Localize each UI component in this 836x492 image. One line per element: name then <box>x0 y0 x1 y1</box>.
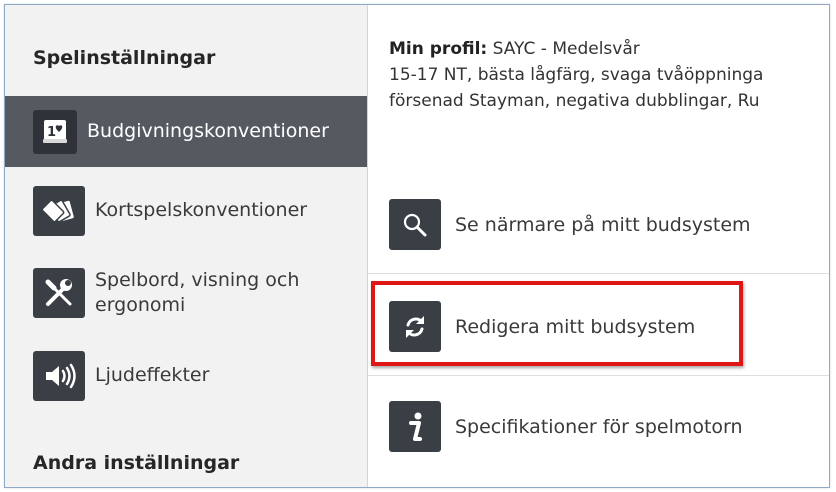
sidebar-item-bidding-conventions[interactable]: 1 Budgivningskonventioner <box>5 96 367 167</box>
sidebar-item-label: Kortspelskonventioner <box>95 199 308 221</box>
section-title-game-settings: Spelinställningar <box>33 47 216 69</box>
divider <box>368 273 829 274</box>
profile-description-line2: försenad Stayman, negativa dubblingar, R… <box>389 91 760 111</box>
tools-icon <box>33 268 85 318</box>
sidebar: Spelinställningar 1 Budgivningskonventio… <box>5 5 367 487</box>
bidding-card-icon: 1 <box>33 109 77 154</box>
sidebar-item-table-display[interactable]: Spelbord, visning och ergonomi <box>5 263 367 323</box>
action-label: Se närmare på mitt budsystem <box>455 213 751 236</box>
info-icon <box>389 401 441 452</box>
search-icon <box>389 199 441 250</box>
main-content: Min profil: SAYC - Medelsvår 15-17 NT, b… <box>368 5 829 487</box>
cards-fan-icon <box>33 185 85 236</box>
sidebar-item-card-conventions[interactable]: Kortspelskonventioner <box>5 183 367 238</box>
sidebar-item-sound-effects[interactable]: Ljudeffekter <box>5 348 367 403</box>
action-label: Specifikationer för spelmotorn <box>455 415 743 438</box>
engine-specifications-button[interactable]: Specifikationer för spelmotorn <box>389 401 743 452</box>
section-title-other-settings: Andra inställningar <box>33 452 240 474</box>
divider <box>368 375 829 376</box>
sidebar-item-label-line1: Spelbord, visning och <box>95 269 300 291</box>
sidebar-item-label: Ljudeffekter <box>95 364 210 386</box>
edit-bidding-system-button[interactable]: Redigera mitt budsystem <box>389 301 695 352</box>
profile-summary: Min profil: SAYC - Medelsvår 15-17 NT, b… <box>389 36 763 114</box>
action-label: Redigera mitt budsystem <box>455 315 696 338</box>
sidebar-item-label: Budgivningskonventioner <box>87 120 329 142</box>
settings-panel: Spelinställningar 1 Budgivningskonventio… <box>4 4 830 488</box>
sidebar-item-label-line2: ergonomi <box>95 294 186 316</box>
svg-text:1: 1 <box>47 125 56 140</box>
speaker-icon <box>33 350 85 401</box>
profile-value: SAYC - Medelsvår <box>487 39 640 59</box>
view-bidding-system-button[interactable]: Se närmare på mitt budsystem <box>389 199 751 250</box>
refresh-icon <box>389 301 441 352</box>
sidebar-item-label: Spelbord, visning och ergonomi <box>95 268 299 318</box>
profile-description-line1: 15-17 NT, bästa lågfärg, svaga tvåöppnin… <box>389 65 764 85</box>
profile-label: Min profil: <box>389 39 488 59</box>
